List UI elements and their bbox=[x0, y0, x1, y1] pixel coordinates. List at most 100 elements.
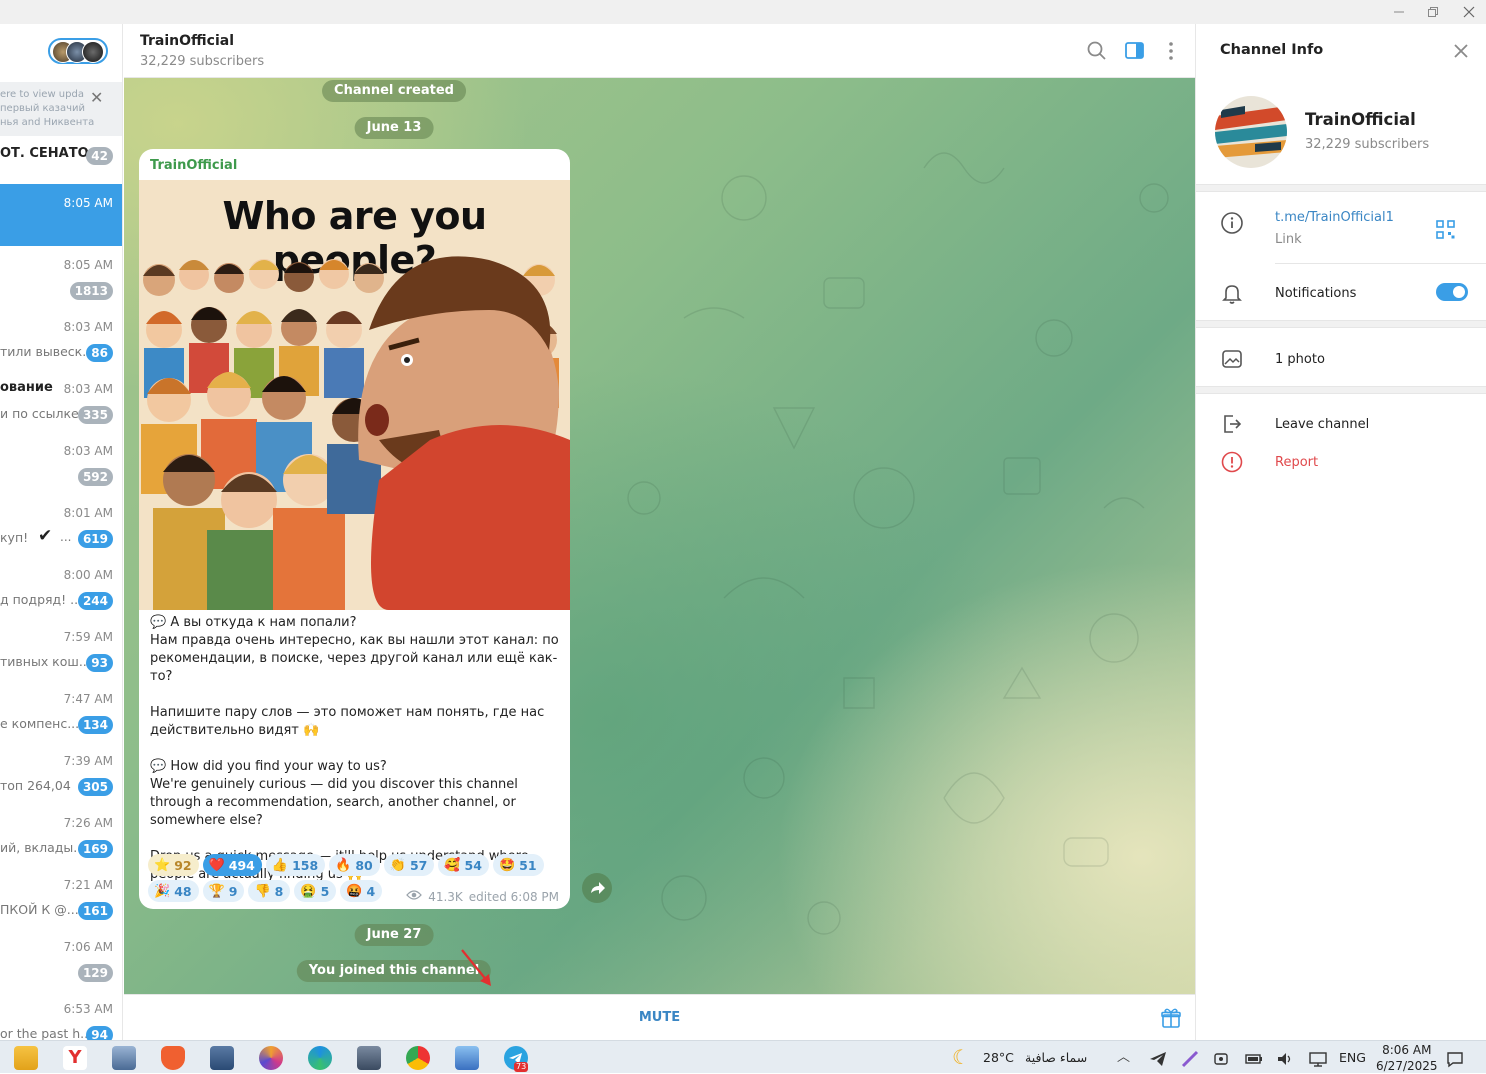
calculator-icon[interactable] bbox=[357, 1046, 381, 1070]
chrome-browser-icon[interactable] bbox=[406, 1046, 430, 1070]
reaction-angry[interactable]: 🤬 4 bbox=[340, 880, 383, 902]
post-text-en-1: 💬 How did you find your way to us? We're… bbox=[150, 759, 518, 828]
info-title: Channel Info bbox=[1220, 42, 1324, 58]
post-image[interactable]: Who are you people? bbox=[139, 180, 570, 610]
clock[interactable]: 8:06 AM 6/27/2025 bbox=[1376, 1038, 1438, 1073]
chat-list-item[interactable]: 7:06 AM 129 bbox=[0, 928, 122, 990]
computer-icon[interactable] bbox=[112, 1046, 136, 1070]
chevron-up-icon[interactable]: ︿ bbox=[1117, 1041, 1130, 1074]
more-options-icon[interactable] bbox=[1159, 39, 1183, 63]
image-viewer-icon[interactable] bbox=[455, 1046, 479, 1070]
weather-text[interactable]: سماء صافية bbox=[1025, 1041, 1087, 1074]
reaction-hearts-face[interactable]: 🥰 54 bbox=[438, 854, 489, 876]
battery-icon[interactable] bbox=[1244, 1041, 1264, 1074]
star-icon: ⭐ bbox=[154, 857, 171, 873]
mute-button[interactable]: MUTE bbox=[124, 995, 1195, 1041]
reaction-vomit[interactable]: 🤮 5 bbox=[294, 880, 337, 902]
photos-link[interactable]: 1 photo bbox=[1275, 352, 1325, 367]
angry-face-icon: 🤬 bbox=[346, 883, 363, 899]
language-indicator[interactable]: ENG bbox=[1339, 1041, 1366, 1074]
reaction-clap[interactable]: 👏 57 bbox=[383, 854, 435, 876]
qr-code-icon[interactable] bbox=[1436, 220, 1456, 240]
edge-browser-icon[interactable] bbox=[308, 1046, 332, 1070]
notifications-toggle[interactable] bbox=[1436, 283, 1468, 301]
pen-tray-icon[interactable] bbox=[1181, 1041, 1199, 1074]
search-icon[interactable] bbox=[1085, 39, 1109, 63]
chat-list-item[interactable]: 7:59 AM тивных кош... 93 bbox=[0, 618, 122, 680]
reaction-party[interactable]: 🎉 48 bbox=[148, 880, 199, 902]
chat-list-item[interactable]: ОТ. СЕНАТО... 42 bbox=[0, 136, 122, 176]
channel-post[interactable]: TrainOfficial Who are you people? 💬 А вы… bbox=[139, 149, 570, 909]
yandex-browser-icon[interactable]: Y bbox=[63, 1046, 87, 1070]
leave-icon bbox=[1220, 412, 1244, 436]
chat-list-item[interactable]: 7:39 AM топ 264,04 305 bbox=[0, 742, 122, 804]
close-icon[interactable] bbox=[1450, 40, 1472, 62]
eye-icon bbox=[406, 889, 423, 904]
chat-title[interactable]: TrainOfficial bbox=[140, 33, 234, 49]
chat-time: 7:39 AM bbox=[63, 754, 113, 768]
chat-list-item[interactable]: 8:03 AM тили вывеск... 86 bbox=[0, 308, 122, 370]
forward-button[interactable] bbox=[582, 873, 612, 903]
brave-browser-icon[interactable] bbox=[161, 1046, 185, 1070]
channel-link[interactable]: t.me/TrainOfficial1 bbox=[1275, 210, 1394, 225]
chat-list-item[interactable]: 8:03 AM 592 bbox=[0, 432, 122, 494]
thumbs-up-icon: 👍 bbox=[271, 857, 289, 873]
report-button[interactable]: Report bbox=[1275, 455, 1318, 470]
app-circle-icon[interactable] bbox=[259, 1046, 283, 1070]
reaction-count: 8 bbox=[274, 883, 284, 899]
chat-time: 7:26 AM bbox=[63, 816, 113, 830]
chat-list-item[interactable]: 8:01 AM куп! ✔ ... 619 bbox=[0, 494, 122, 556]
reaction-trophy[interactable]: 🏆 9 bbox=[202, 880, 245, 902]
volume-icon[interactable] bbox=[1276, 1041, 1294, 1074]
chat-time: 8:03 AM bbox=[63, 382, 113, 396]
gift-icon[interactable] bbox=[1160, 1007, 1182, 1029]
sidebar-toggle-icon[interactable] bbox=[1123, 39, 1147, 63]
reaction-heart[interactable]: ❤️ 494 bbox=[202, 854, 262, 876]
hearts-face-icon: 🥰 bbox=[444, 857, 461, 873]
vomit-icon: 🤮 bbox=[300, 883, 317, 899]
reaction-thumbs-down[interactable]: 👎 8 bbox=[248, 880, 291, 902]
weather-temp[interactable]: 28°C bbox=[983, 1041, 1014, 1074]
chat-list: ere to view upda первый казачий нья and … bbox=[0, 24, 123, 1040]
camera-tray-icon[interactable] bbox=[1213, 1041, 1231, 1074]
chat-list-item[interactable]: 8:00 AM д подряд! ... 244 bbox=[0, 556, 122, 618]
chat-list-item[interactable]: 6:53 AM or the past h... 94 bbox=[0, 990, 122, 1040]
notification-center-icon[interactable] bbox=[1446, 1041, 1464, 1074]
chat-footer: MUTE bbox=[124, 994, 1195, 1040]
file-explorer-icon[interactable] bbox=[14, 1046, 38, 1070]
update-banner[interactable]: ere to view upda первый казачий нья and … bbox=[0, 82, 122, 136]
telegram-tray-icon[interactable] bbox=[1149, 1041, 1167, 1074]
minimize-icon[interactable] bbox=[1382, 0, 1416, 24]
reaction-star[interactable]: ⭐ 92 bbox=[148, 854, 199, 876]
chat-list-item[interactable]: 7:21 AM ПКОЙ К @... 161 bbox=[0, 866, 122, 928]
unread-badge: 244 bbox=[77, 592, 113, 610]
report-icon bbox=[1220, 450, 1244, 474]
close-window-icon[interactable] bbox=[1452, 0, 1486, 24]
stories-avatars[interactable] bbox=[48, 38, 108, 64]
heart-icon: ❤️ bbox=[208, 857, 225, 873]
chat-list-item[interactable]: 8:05 AM 1813 bbox=[0, 246, 122, 308]
reaction-count: 494 bbox=[228, 857, 255, 873]
chat-list-item[interactable]: 7:26 AM ий, вклады... 169 bbox=[0, 804, 122, 866]
post-author[interactable]: TrainOfficial bbox=[150, 158, 237, 173]
channel-avatar[interactable] bbox=[1215, 96, 1287, 168]
reaction-fire[interactable]: 🔥 80 bbox=[329, 854, 380, 876]
chat-header[interactable]: TrainOfficial 32,229 subscribers bbox=[124, 24, 1195, 78]
network-icon[interactable] bbox=[1308, 1041, 1328, 1074]
telegram-icon[interactable]: 73 bbox=[504, 1046, 529, 1072]
reaction-star-eyes[interactable]: 🤩 51 bbox=[492, 854, 544, 876]
party-icon: 🎉 bbox=[154, 883, 171, 899]
contacts-app-icon[interactable] bbox=[210, 1046, 234, 1070]
chat-background: Channel created June 13 TrainOfficial Wh… bbox=[124, 78, 1195, 994]
chat-list-item[interactable]: 7:47 AM е компенс... 134 bbox=[0, 680, 122, 742]
close-banner-icon[interactable]: ✕ bbox=[90, 88, 103, 107]
unread-badge: 93 bbox=[86, 654, 113, 672]
reaction-count: 92 bbox=[174, 857, 192, 873]
chat-list-item-active[interactable]: 8:05 AM bbox=[0, 184, 122, 246]
restore-icon[interactable] bbox=[1416, 0, 1450, 24]
reaction-thumbs-up[interactable]: 👍 158 bbox=[265, 854, 326, 876]
leave-channel-button[interactable]: Leave channel bbox=[1275, 417, 1369, 432]
channel-subscribers: 32,229 subscribers bbox=[1305, 137, 1430, 152]
chat-list-item[interactable]: ование 8:03 AM и по ссылке... 335 bbox=[0, 370, 122, 432]
chat-time: 8:00 AM bbox=[63, 568, 113, 582]
